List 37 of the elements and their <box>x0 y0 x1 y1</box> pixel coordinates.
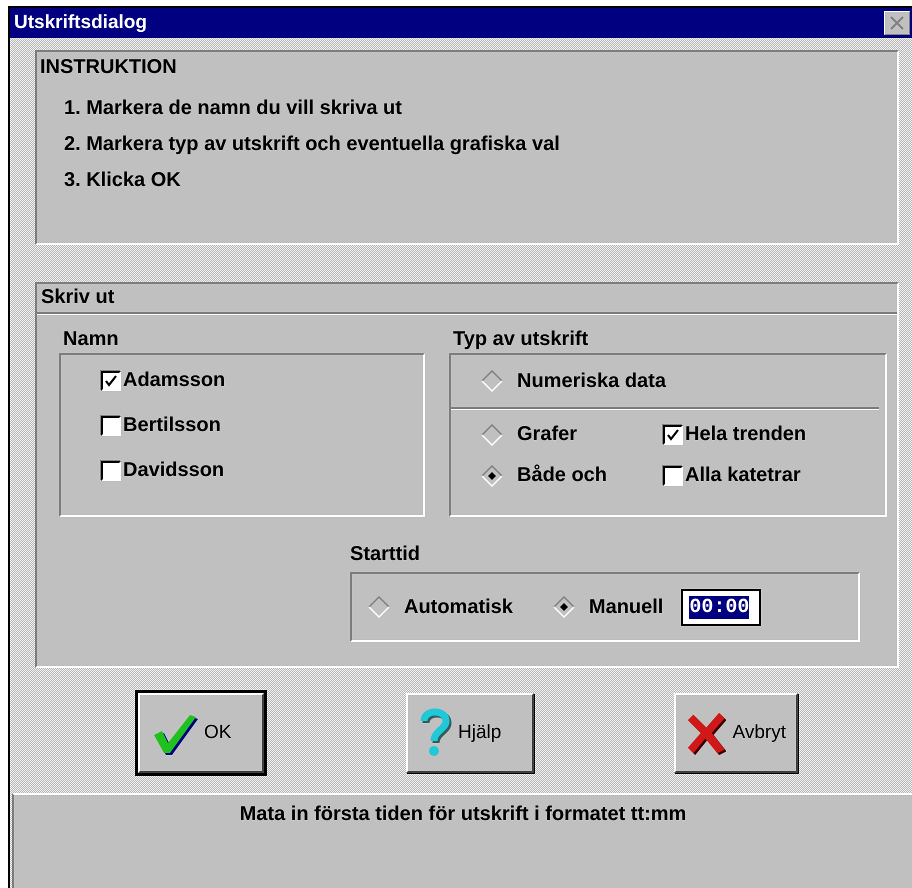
close-icon <box>889 15 905 31</box>
radio-label: Manuell <box>588 596 664 618</box>
radio-button[interactable] <box>481 464 503 486</box>
checkbox[interactable] <box>101 460 121 480</box>
time-field[interactable]: 00:00 <box>681 588 762 626</box>
checkbox-label: Hela trenden <box>685 423 806 446</box>
group-label: Namn <box>62 328 120 351</box>
checkbox[interactable] <box>101 416 121 436</box>
radio-button[interactable] <box>481 424 503 446</box>
question-mark-icon <box>418 707 452 759</box>
window-title: Utskriftsdialog <box>14 12 148 34</box>
radio-label: Automatisk <box>404 596 513 618</box>
panel-title: Skriv ut <box>41 286 114 308</box>
checkbox-label: Adamsson <box>123 369 226 392</box>
checkbox-label: Bertilsson <box>123 414 221 437</box>
instruction-step: 2. Markera typ av utskrift och eventuella grafiska val <box>64 133 897 156</box>
radio-button[interactable] <box>481 370 503 392</box>
radio-button[interactable] <box>552 596 575 618</box>
group-label: Starttid <box>350 543 421 566</box>
radio-label: Numeriska data <box>517 370 666 392</box>
help-button[interactable]: Hjälp <box>406 693 534 773</box>
instructions-heading: INSTRUKTION <box>40 56 178 79</box>
close-button[interactable] <box>884 11 910 35</box>
radio-label: Grafer <box>517 423 578 446</box>
cancel-button[interactable]: Avbryt <box>674 693 798 773</box>
checkbox[interactable] <box>663 424 683 444</box>
checkbox[interactable] <box>663 466 683 486</box>
status-message: Mata in första tiden för utskrift i formatet tt:mm <box>240 803 686 827</box>
instruction-step: 3. Klicka OK <box>64 169 897 192</box>
radio-button[interactable] <box>368 596 390 618</box>
radio-label: Både och <box>517 464 608 487</box>
group-label: Typ av utskrift <box>452 328 590 351</box>
checkbox-label: Alla katetrar <box>685 464 801 487</box>
checkbox-label: Davidsson <box>123 459 224 482</box>
instruction-step: 1. Markera de namn du vill skriva ut <box>64 97 897 120</box>
ok-button[interactable]: OK <box>138 693 264 773</box>
checkbox[interactable] <box>101 370 121 390</box>
